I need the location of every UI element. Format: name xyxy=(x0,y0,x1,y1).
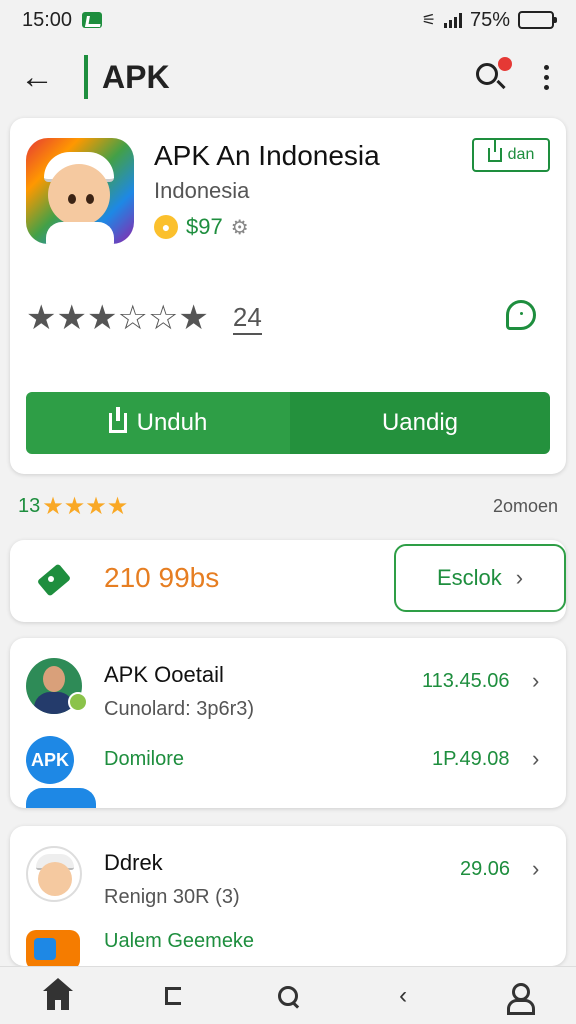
status-left: 15:00 xyxy=(22,8,103,32)
row-subtitle: Renign 30R (3) xyxy=(104,886,240,908)
size-card: 210 99bs Esclok › xyxy=(10,540,566,622)
rating-count: 24 xyxy=(232,302,262,335)
stats-right: 2omoen xyxy=(492,496,558,516)
app-icon xyxy=(26,138,134,244)
tag-icon xyxy=(34,563,74,598)
check-button[interactable]: Esclok › xyxy=(394,544,566,612)
share-label: dan xyxy=(507,146,535,163)
row-value: 29.06 xyxy=(460,858,511,880)
profile-button[interactable] xyxy=(498,976,538,1016)
row-link[interactable]: Ualem Geemeke xyxy=(104,930,254,953)
stats-stars: ★★★★ xyxy=(42,493,129,520)
chat-icon[interactable] xyxy=(506,300,536,330)
info-card: APK Ooetail Cunolard: 3p6r3) 113.45.06 ›… xyxy=(10,638,566,808)
back-nav-button[interactable]: ‹ xyxy=(383,976,423,1016)
price-row: ● $97 ⚙ xyxy=(154,214,249,240)
back-icon: ‹ xyxy=(399,981,408,1009)
search-button[interactable] xyxy=(472,57,512,97)
back-arrow-icon[interactable]: ← xyxy=(20,58,60,97)
rating-row: ★★★☆☆★ 24 xyxy=(26,298,262,338)
share-icon xyxy=(487,140,502,162)
apk-badge-label: APK xyxy=(30,749,69,770)
app-name: APK An Indonesia xyxy=(154,140,380,171)
coin-icon: ● xyxy=(154,215,178,239)
row-link[interactable]: Domilore xyxy=(104,748,184,771)
recents-icon xyxy=(164,986,181,1005)
download-label: Unduh xyxy=(136,409,208,436)
stats-row: 13 ★★★★ 2omoen xyxy=(18,492,558,521)
search-icon-handle xyxy=(496,79,506,90)
stats-count: 13 xyxy=(18,495,41,517)
rating-stars: ★★★☆☆★ xyxy=(26,298,209,338)
star-empty-icon: ☆ xyxy=(147,299,179,337)
star-empty-icon: ☆ xyxy=(117,299,148,337)
status-right: ⚟ 75% xyxy=(421,8,557,32)
notification-dot xyxy=(498,57,512,71)
page-title: APK xyxy=(102,58,170,95)
app-bar: ← APK xyxy=(0,40,576,114)
row-subtitle: Cunolard: 3p6r3) xyxy=(104,698,255,720)
wifi-icon: ⚟ xyxy=(421,12,436,29)
chevron-right-icon[interactable]: › xyxy=(532,746,539,772)
app-cards-icon xyxy=(26,930,80,966)
row-value: 113.45.06 xyxy=(422,670,510,692)
size-value: 210 99bs xyxy=(104,562,220,593)
row-value: 1P.49.08 xyxy=(432,748,510,770)
profile-icon xyxy=(507,982,536,1015)
chevron-right-icon[interactable]: › xyxy=(532,856,539,882)
download-button[interactable]: Unduh xyxy=(26,392,290,454)
apk-badge-icon: APK xyxy=(26,736,74,784)
battery-percent: 75% xyxy=(469,8,510,31)
star-empty-icon: ★ xyxy=(178,299,209,337)
download-icon xyxy=(108,407,127,433)
more-vert-icon[interactable] xyxy=(536,64,556,90)
battery-icon xyxy=(518,11,557,29)
row-title: Ddrek xyxy=(104,850,163,875)
app-card: APK An Indonesia Indonesia ● $97 ⚙ dan ★… xyxy=(10,118,566,474)
secondary-button[interactable]: Uandig xyxy=(290,392,550,454)
title-accent xyxy=(84,55,88,99)
star-filled-icon: ★ xyxy=(26,299,57,337)
avatar xyxy=(26,846,82,902)
status-time: 15:00 xyxy=(22,8,73,31)
badge-icon xyxy=(68,692,88,712)
action-bar: Unduh Uandig xyxy=(26,392,550,454)
row-title: APK Ooetail xyxy=(104,662,224,687)
app-price: $97 xyxy=(186,214,223,239)
chevron-right-icon[interactable]: › xyxy=(532,668,539,694)
gear-icon: ⚙ xyxy=(230,216,249,239)
bottom-nav: ‹ xyxy=(0,966,576,1024)
home-icon xyxy=(42,977,73,1010)
status-bar: 15:00 ⚟ 75% xyxy=(0,0,576,40)
search-icon xyxy=(476,63,498,85)
share-button[interactable]: dan xyxy=(472,138,550,172)
app-subtitle: Indonesia xyxy=(154,178,250,203)
secondary-label: Uandig xyxy=(381,409,459,436)
stats-left: 13 ★★★★ xyxy=(18,492,128,521)
home-button[interactable] xyxy=(38,976,78,1016)
star-filled-icon: ★ xyxy=(86,299,118,337)
signal-icon xyxy=(443,12,462,28)
info-card-2: Ddrek Renign 30R (3) 29.06 › Ualem Geeme… xyxy=(10,826,566,966)
notification-icon xyxy=(82,12,103,28)
chevron-right-icon: › xyxy=(515,565,524,590)
check-label: Esclok xyxy=(436,565,502,590)
recents-button[interactable] xyxy=(153,976,193,1016)
search-icon xyxy=(277,985,298,1006)
blue-stub xyxy=(26,788,96,808)
search-nav-button[interactable] xyxy=(268,976,308,1016)
star-filled-icon: ★ xyxy=(56,299,87,337)
